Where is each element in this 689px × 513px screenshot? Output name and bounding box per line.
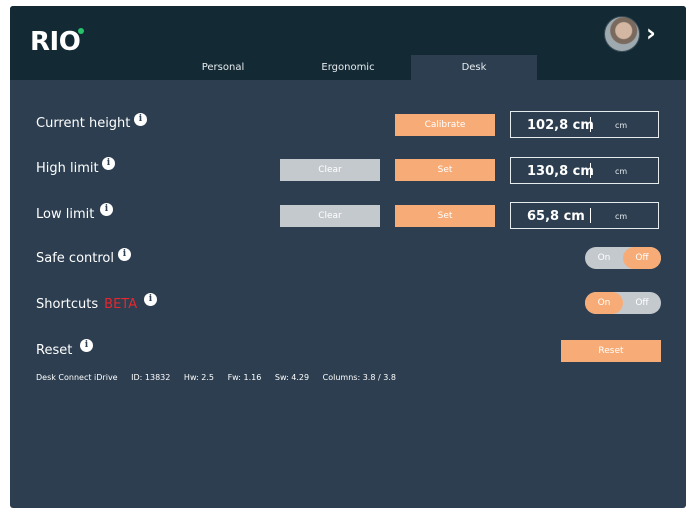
- safe-control-toggle[interactable]: On Off: [585, 247, 661, 269]
- current-height-value: 102,8 cm: [527, 118, 594, 133]
- current-height-field[interactable]: 102,8 cm cm: [510, 111, 659, 138]
- unit-label: cm: [615, 121, 628, 130]
- high-limit-value: 130,8 cm: [527, 164, 594, 179]
- tab-ergonomic[interactable]: Ergonomic: [285, 55, 411, 80]
- current-height-label: Current height: [36, 116, 131, 131]
- safe-control-label: Safe control: [36, 251, 114, 266]
- tab-desk[interactable]: Desk: [411, 55, 537, 80]
- beta-badge: BETA: [104, 297, 138, 312]
- low-limit-field[interactable]: 65,8 cm cm: [510, 202, 659, 229]
- device-info: Desk Connect iDrive ID: 13832 Hw: 2.5 Fw…: [36, 373, 407, 382]
- shortcuts-label: Shortcuts BETA: [36, 297, 138, 312]
- calibrate-button[interactable]: Calibrate: [395, 114, 495, 136]
- toggle-off-option[interactable]: Off: [623, 292, 661, 314]
- info-icon[interactable]: i: [80, 339, 93, 352]
- device-name: Desk Connect iDrive: [36, 373, 118, 382]
- rio-logo: RIO: [30, 27, 84, 57]
- toggle-on-option[interactable]: On: [585, 292, 623, 314]
- text-cursor: [590, 117, 591, 132]
- app-window: RIO › Personal Ergonomic Desk Current he…: [10, 6, 686, 508]
- info-icon[interactable]: i: [134, 113, 147, 126]
- top-bar: RIO › Personal Ergonomic Desk: [10, 6, 686, 80]
- unit-label: cm: [615, 167, 628, 176]
- toggle-off-option[interactable]: Off: [623, 247, 661, 269]
- software-version: Sw: 4.29: [274, 373, 310, 382]
- firmware-version: Fw: 1.16: [227, 373, 262, 382]
- device-id: ID: 13832: [131, 373, 171, 382]
- reset-label: Reset: [36, 343, 73, 358]
- logo-dot: [78, 28, 84, 34]
- user-avatar[interactable]: [604, 16, 640, 52]
- high-limit-field[interactable]: 130,8 cm cm: [510, 157, 659, 184]
- columns-version: Columns: 3.8 / 3.8: [322, 373, 396, 382]
- low-limit-label: Low limit: [36, 207, 95, 222]
- hardware-version: Hw: 2.5: [183, 373, 215, 382]
- unit-label: cm: [615, 212, 628, 221]
- info-icon[interactable]: i: [144, 293, 157, 306]
- text-cursor: [590, 163, 591, 178]
- low-limit-clear-button[interactable]: Clear: [280, 205, 380, 227]
- low-limit-set-button[interactable]: Set: [395, 205, 495, 227]
- shortcuts-toggle[interactable]: On Off: [585, 292, 661, 314]
- tab-personal[interactable]: Personal: [160, 55, 286, 80]
- reset-button[interactable]: Reset: [561, 340, 661, 362]
- low-limit-value: 65,8 cm: [527, 209, 585, 224]
- high-limit-set-button[interactable]: Set: [395, 159, 495, 181]
- high-limit-clear-button[interactable]: Clear: [280, 159, 380, 181]
- chevron-right-icon[interactable]: ›: [646, 19, 656, 47]
- info-icon[interactable]: i: [102, 157, 115, 170]
- toggle-on-option[interactable]: On: [585, 247, 623, 269]
- info-icon[interactable]: i: [118, 248, 131, 261]
- info-icon[interactable]: i: [100, 203, 113, 216]
- text-cursor: [590, 208, 591, 223]
- high-limit-label: High limit: [36, 161, 99, 176]
